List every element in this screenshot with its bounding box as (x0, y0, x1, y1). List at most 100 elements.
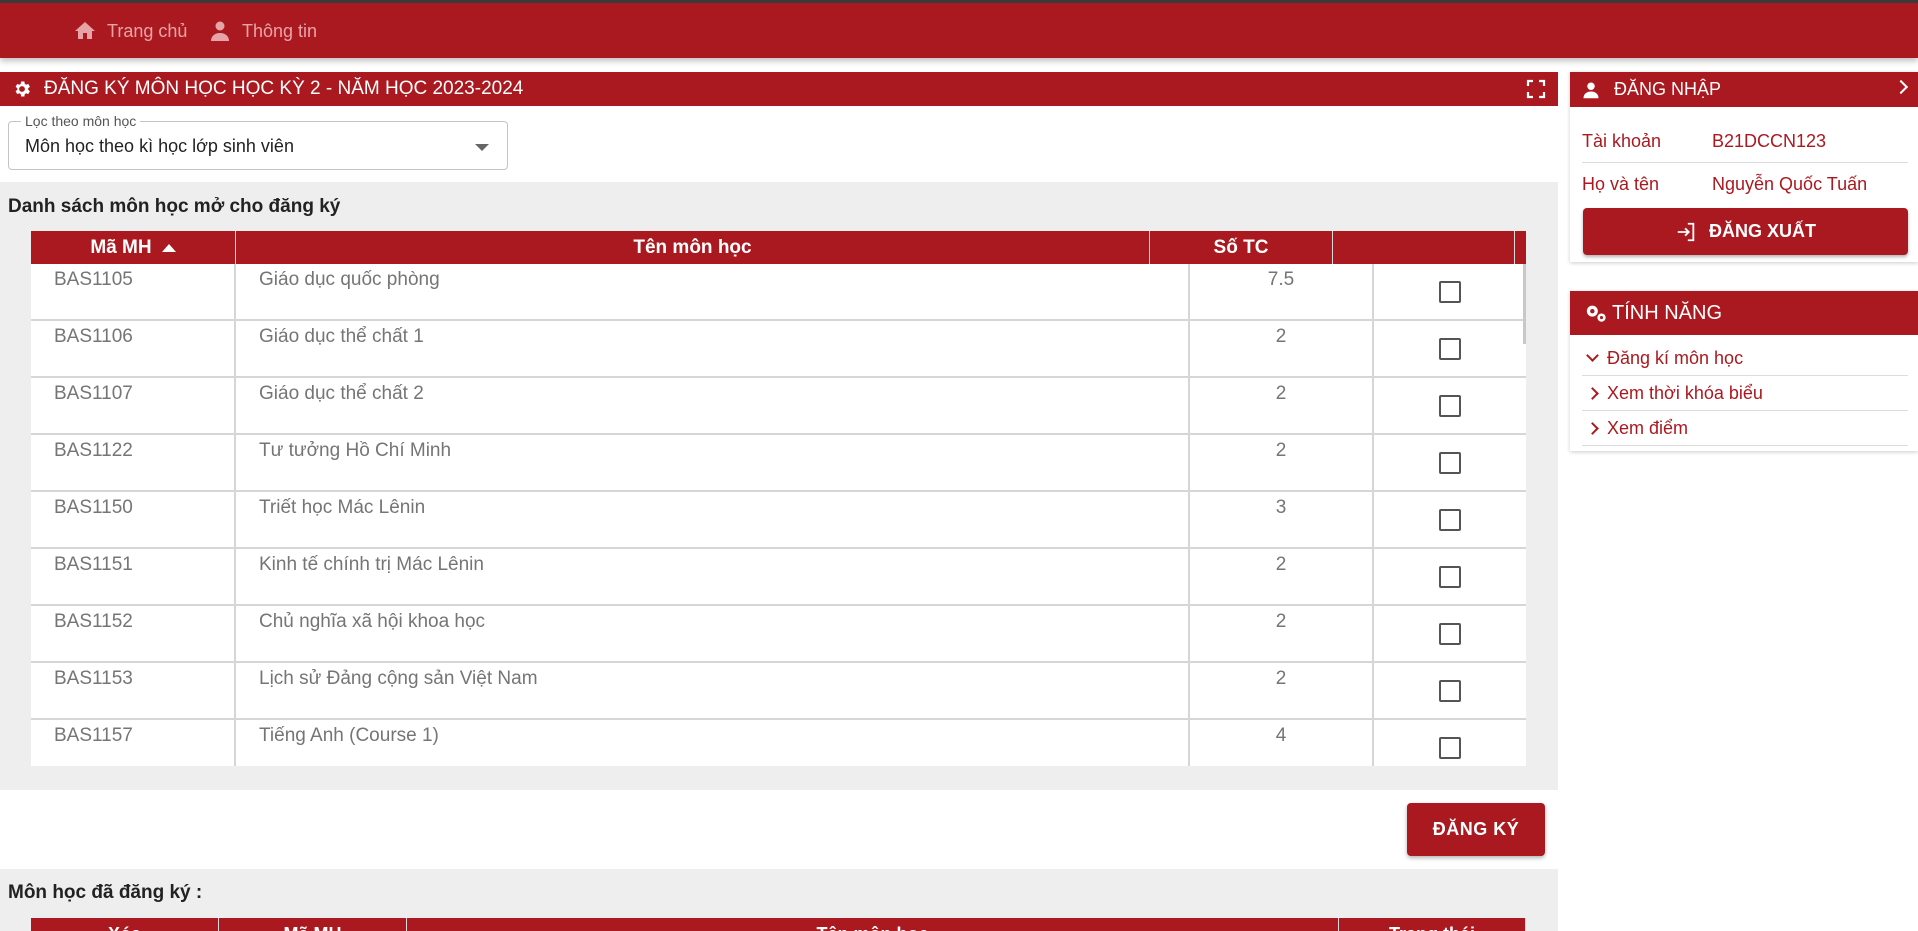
course-filter-value: Môn học theo kì học lớp sinh viên (25, 136, 294, 156)
page-title: ĐĂNG KÝ MÔN HỌC HỌC KỲ 2 - NĂM HỌC 2023-… (44, 78, 524, 99)
course-name-cell: Lịch sử Đảng cộng sản Việt Nam (236, 663, 1190, 718)
course-credits-cell: 2 (1190, 321, 1374, 376)
course-filter-select[interactable]: Lọc theo môn học Môn học theo kì học lớp… (8, 113, 508, 170)
feature-item-register[interactable]: Đăng kí môn học (1582, 341, 1908, 376)
nav-info-link[interactable]: Thông tin (208, 19, 317, 43)
course-code-cell: BAS1151 (31, 549, 236, 604)
course-credits-cell: 3 (1190, 492, 1374, 547)
fullname-label: Họ và tên (1582, 174, 1660, 194)
course-name-cell: Chủ nghĩa xã hội khoa học (236, 606, 1190, 661)
course-credits-cell: 2 (1190, 663, 1374, 718)
table-row: BAS1107 Giáo dục thể chất 22 (31, 378, 1526, 435)
account-row: Tài khoản B21DCCN123 (1582, 121, 1908, 163)
user-icon (211, 21, 229, 41)
features-card-title: TÍNH NĂNG (1612, 301, 1722, 324)
login-card-header: ĐĂNG NHẬP (1570, 72, 1918, 107)
course-code-cell: BAS1152 (31, 606, 236, 661)
register-button[interactable]: ĐĂNG KÝ (1407, 803, 1545, 856)
column-header-credits[interactable]: Số TC (1150, 231, 1333, 264)
course-name-cell: Tư tưởng Hồ Chí Minh (236, 435, 1190, 490)
course-select-checkbox[interactable] (1439, 394, 1461, 417)
course-select-checkbox[interactable] (1439, 736, 1461, 759)
table-row: BAS1153 Lịch sử Đảng cộng sản Việt Nam 2 (31, 663, 1526, 720)
course-select-cell (1374, 549, 1526, 604)
nav-home-label: Trang chủ (107, 20, 188, 41)
course-select-checkbox[interactable] (1439, 337, 1461, 360)
course-name-cell: Giáo dục thể chất 2 (236, 378, 1190, 433)
features-card: TÍNH NĂNG Đăng kí môn học Xem thời khóa … (1570, 291, 1918, 451)
open-courses-table: Mã MH Tên môn học Số TC BAS1105 Giáo dục … (31, 231, 1526, 766)
feature-item-label: Xem thời khóa biểu (1607, 382, 1763, 403)
home-icon (75, 22, 95, 39)
chevron-right-icon (1586, 421, 1599, 435)
chevron-right-icon[interactable] (1893, 79, 1909, 95)
course-select-cell (1374, 321, 1526, 376)
course-code-cell: BAS1157 (31, 720, 236, 766)
top-navbar: Trang chủ Thông tin (0, 0, 1918, 58)
course-credits-cell: 2 (1190, 435, 1374, 490)
course-code-cell: BAS1105 (31, 264, 236, 319)
course-credits-cell: 2 (1190, 378, 1374, 433)
course-credits-cell: 2 (1190, 549, 1374, 604)
column-header-delete[interactable]: Xóa (31, 918, 219, 931)
table-row: BAS1152 Chủ nghĩa xã hội khoa học 2 (31, 606, 1526, 663)
course-code-cell: BAS1122 (31, 435, 236, 490)
course-filter-legend: Lọc theo môn học (21, 113, 141, 129)
column-header-code-label: Mã MH (90, 236, 152, 258)
column-header-status[interactable]: Trạng thái (1339, 918, 1526, 931)
nav-home-link[interactable]: Trang chủ (73, 19, 187, 43)
gear-icon (15, 81, 30, 97)
feature-item-label: Xem điểm (1607, 417, 1689, 438)
table-row: BAS1150 Triết học Mác Lênin 3 (31, 492, 1526, 549)
feature-item-timetable[interactable]: Xem thời khóa biểu (1582, 376, 1908, 411)
caret-down-icon (475, 144, 489, 151)
column-header-select (1333, 231, 1515, 264)
course-select-cell (1374, 264, 1526, 319)
chevron-down-icon (1586, 349, 1599, 362)
course-select-checkbox[interactable] (1439, 508, 1461, 531)
course-credits-cell: 7.5 (1190, 264, 1374, 319)
course-name-cell: Giáo dục thể chất 1 (236, 321, 1190, 376)
open-courses-title: Danh sách môn học mở cho đăng ký (8, 196, 341, 217)
gears-icon (1586, 305, 1606, 322)
course-select-checkbox[interactable] (1439, 451, 1461, 474)
table-row: BAS1151 Kinh tế chính trị Mác Lênin 2 (31, 549, 1526, 606)
course-name-cell: Tiếng Anh (Course 1) (236, 720, 1190, 766)
table-row: BAS1122 Tư tưởng Hồ Chí Minh 2 (31, 435, 1526, 492)
user-icon (1583, 82, 1599, 98)
fullname-row: Họ và tên Nguyễn Quốc Tuấn (1582, 164, 1908, 206)
table-scrollbar[interactable] (1523, 264, 1526, 344)
sort-ascending-icon (161, 243, 176, 252)
login-card-title: ĐĂNG NHẬP (1614, 79, 1722, 99)
course-name-cell: Giáo dục quốc phòng (236, 264, 1190, 319)
fullscreen-icon[interactable] (1526, 79, 1546, 99)
course-select-checkbox[interactable] (1439, 679, 1461, 702)
table-row: BAS1105 Giáo dục quốc phòng 7.5 (31, 264, 1526, 321)
course-select-checkbox[interactable] (1439, 565, 1461, 588)
course-name-cell: Triết học Mác Lênin (236, 492, 1190, 547)
course-code-cell: BAS1107 (31, 378, 236, 433)
column-header-registered-name[interactable]: Tên môn học (407, 918, 1339, 931)
course-select-checkbox[interactable] (1439, 622, 1461, 645)
column-header-registered-code[interactable]: Mã MH (219, 918, 407, 931)
nav-info-label: Thông tin (242, 20, 318, 41)
column-header-code[interactable]: Mã MH (31, 231, 236, 264)
table-body: BAS1105 Giáo dục quốc phòng 7.5 BAS1106 Giáo… (31, 264, 1526, 766)
table-header: Mã MH Tên môn học Số TC (31, 231, 1526, 264)
course-select-cell (1374, 435, 1526, 490)
course-select-cell (1374, 492, 1526, 547)
registered-table-header: Xóa Mã MH Tên môn học Trạng thái (31, 918, 1526, 931)
course-select-cell (1374, 663, 1526, 718)
course-credits-cell: 2 (1190, 606, 1374, 661)
column-header-name[interactable]: Tên môn học (236, 231, 1150, 264)
feature-item-grades[interactable]: Xem điểm (1582, 411, 1908, 446)
course-select-cell (1374, 606, 1526, 661)
course-select-checkbox[interactable] (1439, 280, 1461, 303)
chevron-right-icon (1586, 386, 1599, 400)
course-code-cell: BAS1153 (31, 663, 236, 718)
course-select-cell (1374, 378, 1526, 433)
logout-button-label: ĐĂNG XUẤT (1709, 221, 1816, 241)
features-card-header: TÍNH NĂNG (1570, 291, 1918, 335)
logout-button[interactable]: ĐĂNG XUẤT (1583, 208, 1908, 255)
course-select-cell (1374, 720, 1526, 766)
